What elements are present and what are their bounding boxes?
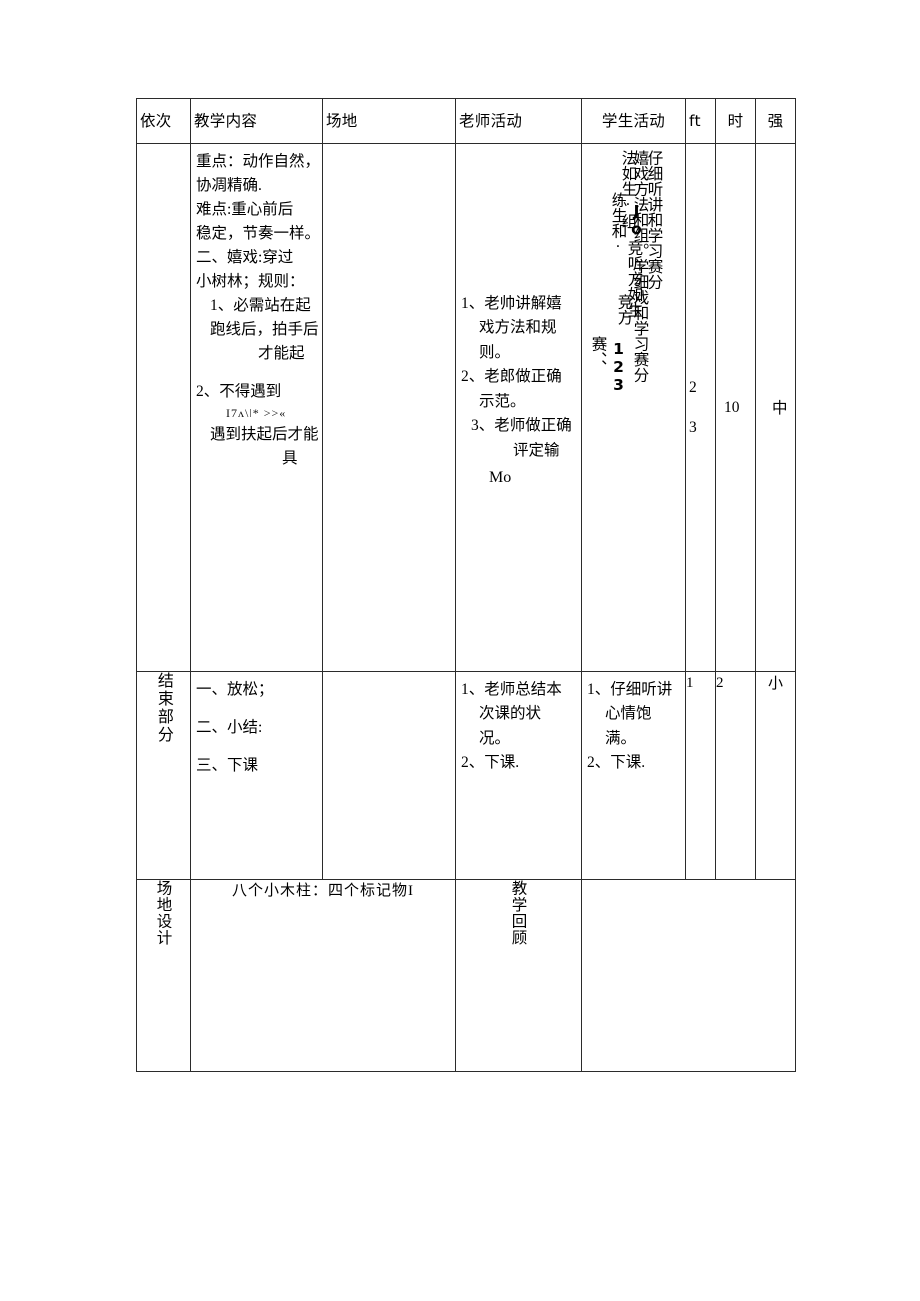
table-header-row: 依次 教学内容 场地 老师活动 学生活动 ft 时 强 [136,98,796,144]
cell-seq-main [136,143,191,672]
header-cell-seq: 依次 [136,98,191,144]
teacher-line: 评定输 [513,441,560,459]
student-line: 心情饱 [605,705,652,723]
field-design-label-wrap: 场地设计 [137,880,190,946]
content-line: 稳定，节奏一样。 [196,225,321,243]
cell-seq-closing: 结束部分 [136,671,191,880]
cell-time-closing: 2 [715,671,756,880]
teacher-closing-block: 1、老师总结本 次课的状 况。 2、下课. [456,672,581,782]
content-line: 协凋精确. [196,177,262,195]
cell-time-main: 10 [715,143,756,672]
field-design-value: 八个小木柱：四个标记物I [190,879,456,1072]
teaching-review-label: 教学回顾 [509,880,528,946]
header-cell-count: ft [685,98,716,144]
content-spacer [196,366,318,380]
cell-student-main: 仔细听讲和学习赛分 嬉戏方法和组。学细戏和学习赛分 法如生·组 练生和· 竞听方… [581,143,686,672]
time-value: 10 [724,399,740,416]
content-closing-block: 一、放松； 二、小结: 三、下课 [191,672,322,784]
cell-count-closing: 1 [685,671,716,880]
cell-intensity-closing: 小 [755,671,796,880]
student-line: 1、仔细听讲 [587,681,673,698]
teacher-line: 次课的状 [479,705,542,723]
content-line: 具 [282,449,298,467]
closing-label-wrap: 结束部分 [137,672,190,744]
student-closing-block: 1、仔细听讲 心情饱 满。 2、下课. [582,672,685,782]
cell-teacher-main: 1、老帅讲解嬉 戏方法和规 则。 2、老郎做正确 示范。 3、老师做正确 评定输… [455,143,582,672]
lesson-plan-table: 依次 教学内容 场地 老师活动 学生活动 ft 时 强 重点：动作自然， 协凋精… [136,98,796,1072]
student-line: 满。 [605,729,637,747]
header-cell-field: 场地 [322,98,456,144]
student-vertical-artifact: Jo [627,202,646,238]
content-line: 遇到扶起后才能 [210,425,319,443]
count-value-lower: 3 [689,419,697,436]
field-design-label: 场地设计 [154,880,173,946]
content-line: 才能起 [258,345,305,363]
content-line: 跑线后，拍手后 [210,321,319,339]
student-vertical-column: 练生和· [609,192,627,256]
student-line: 2、下课. [587,754,646,772]
teacher-line: 1、老师总结本 [461,681,562,698]
cell-field-closing [322,671,456,880]
teacher-line: 示范。 [479,392,526,410]
teacher-main-block: 1、老帅讲解嬉 戏方法和规 则。 2、老郎做正确 示范。 3、老师做正确 评定输… [456,144,581,500]
cell-teacher-closing: 1、老师总结本 次课的状 况。 2、下课. [455,671,582,880]
cell-count-main: 2 3 [685,143,716,672]
content-line: 一、放松； [196,681,274,698]
cell-intensity-main: 中 [755,143,796,672]
header-cell-teacher: 老师活动 [455,98,582,144]
document-page: 依次 教学内容 场地 老师活动 学生活动 ft 时 强 重点：动作自然， 协凋精… [0,0,920,1301]
content-line: 重点：动作自然， [196,153,321,170]
teacher-line: 戏方法和规 [479,319,557,337]
content-line: 难点:重心前后 [196,201,294,219]
student-vertical-digits: 123 [609,340,628,394]
field-design-row: 场地设计 八个小木柱：四个标记物I 教学回顾 [136,879,796,1072]
count-value-upper: 2 [689,379,697,396]
content-line: 二、嬉戏:穿过 [196,249,294,267]
content-line: 2、不得遇到 [196,383,282,401]
teacher-line-extra: Mo [489,469,512,487]
student-vertical-column: 赛、、 [589,336,607,375]
teacher-line: 2、下课. [461,754,520,772]
review-label-wrap: 教学回顾 [456,880,581,946]
content-line: 二、小结: [196,719,263,737]
teacher-line: 1、老帅讲解嬉 [461,295,562,312]
cell-review-value [581,879,796,1072]
teacher-line: 则。 [479,343,511,361]
teacher-line: 况。 [479,729,511,747]
header-cell-time: 时 [715,98,756,144]
content-line: 1、必需站在起 [210,297,311,315]
cell-content-closing: 一、放松； 二、小结: 三、下课 [190,671,323,880]
teacher-line: 2、老郎做正确 [461,368,562,386]
header-cell-intensity: 强 [755,98,796,144]
closing-section-label: 结束部分 [154,672,174,744]
intensity-value: 中 [772,399,788,417]
content-spacer [196,740,318,754]
cell-review-label: 教学回顾 [455,879,582,1072]
cell-field-main [322,143,456,672]
content-ocr-artifact: I7ʌ\ǀ* >>« [226,406,287,421]
header-cell-student: 学生活动 [581,98,686,144]
cell-student-closing: 1、仔细听讲 心情饱 满。 2、下课. [581,671,686,880]
cell-content-main: 重点：动作自然， 协凋精确. 难点:重心前后 稳定，节奏一样。 二、嬉戏:穿过 … [190,143,323,672]
table-row: 结束部分 一、放松； 二、小结: 三、下课 1、老师总结本 次课的状 况。 2、… [136,671,796,880]
content-line: 三、下课 [196,757,259,775]
header-cell-content: 教学内容 [190,98,323,144]
student-vertical-column: 竞方 [615,294,633,325]
content-main-block: 重点：动作自然， 协凋精确. 难点:重心前后 稳定，节奏一样。 二、嬉戏:穿过 … [191,144,322,477]
content-spacer [196,702,318,716]
teacher-line: 3、老师做正确 [471,417,572,435]
cell-field-design-label: 场地设计 [136,879,191,1072]
table-row: 重点：动作自然， 协凋精确. 难点:重心前后 稳定，节奏一样。 二、嬉戏:穿过 … [136,143,796,672]
content-line: 小树林；规则： [196,273,305,291]
